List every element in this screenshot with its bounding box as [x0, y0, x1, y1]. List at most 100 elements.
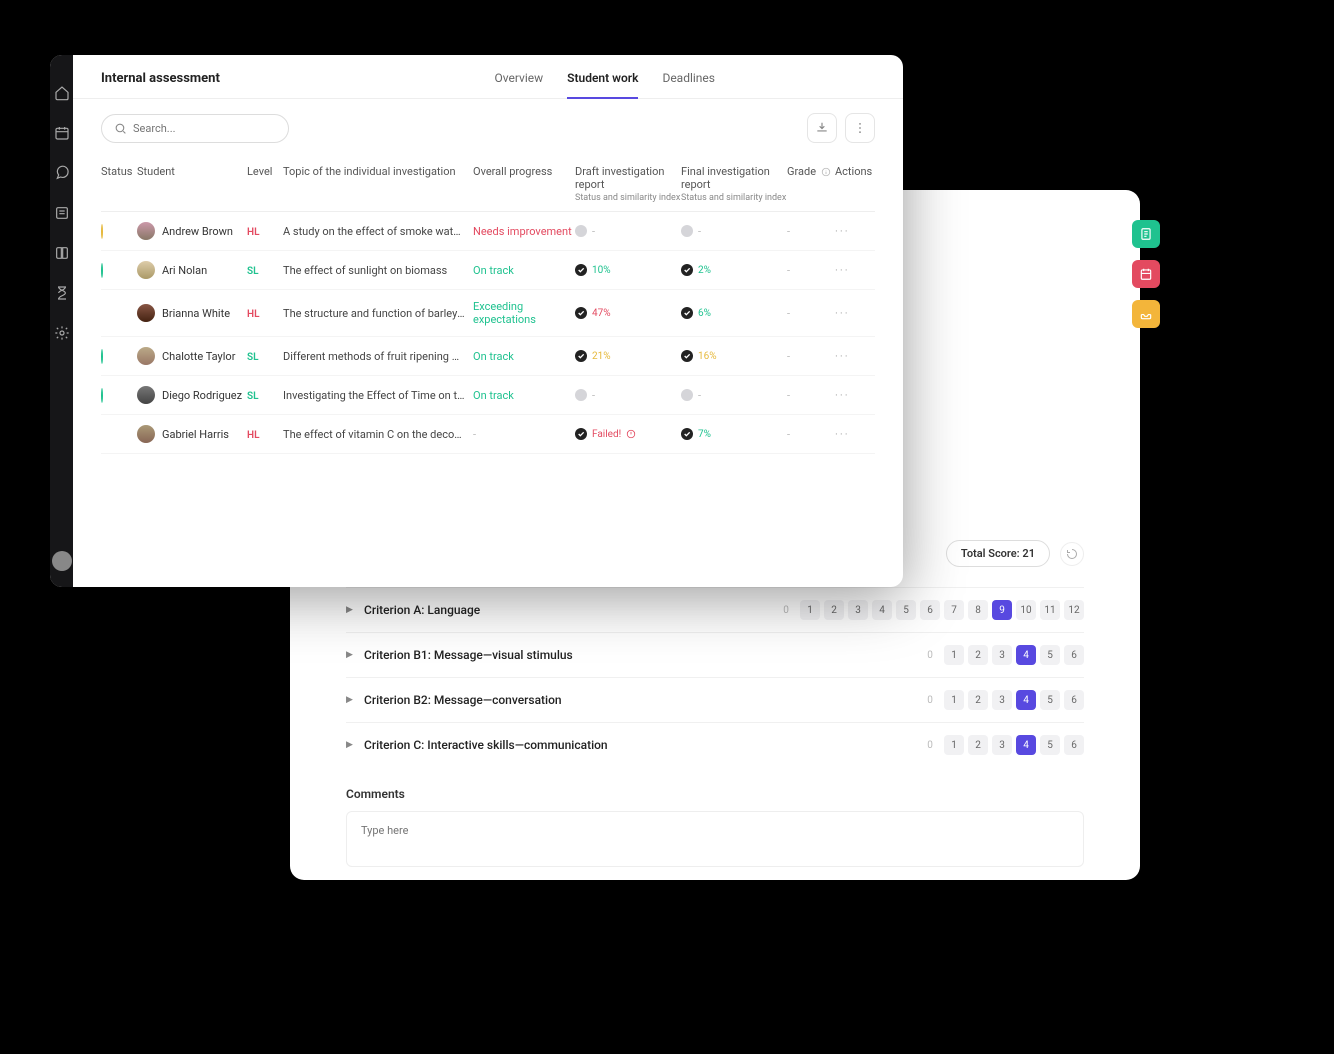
score-box-4[interactable]: 4	[1016, 690, 1036, 710]
score-box-6[interactable]: 6	[1064, 645, 1084, 665]
progress-text: On track	[473, 264, 575, 277]
search-input[interactable]	[133, 122, 276, 135]
comments-input[interactable]	[361, 824, 1069, 850]
score-box-11[interactable]: 11	[1040, 600, 1060, 620]
score-box-2[interactable]: 2	[968, 735, 988, 755]
score-box-2[interactable]: 2	[968, 690, 988, 710]
score-box-0[interactable]: 0	[920, 690, 940, 710]
score-box-12[interactable]: 12	[1064, 600, 1084, 620]
caret-icon[interactable]: ▶	[346, 695, 356, 705]
row-actions[interactable]: ···	[835, 307, 875, 320]
score-box-1[interactable]: 1	[944, 735, 964, 755]
user-avatar[interactable]	[52, 551, 72, 571]
score-box-5[interactable]: 5	[1040, 690, 1060, 710]
row-actions[interactable]: ···	[835, 428, 875, 441]
score-box-3[interactable]: 3	[848, 600, 868, 620]
chat-icon[interactable]	[54, 165, 70, 181]
table-row[interactable]: Gabriel Harris HL The effect of vitamin …	[101, 415, 875, 454]
tab-student-work[interactable]: Student work	[567, 71, 638, 99]
tab-deadlines[interactable]: Deadlines	[662, 71, 715, 99]
reset-score-button[interactable]	[1060, 542, 1084, 566]
grade-cell: -	[787, 264, 835, 277]
sidetab-doc-icon[interactable]	[1132, 220, 1160, 248]
row-actions[interactable]: ···	[835, 264, 875, 277]
caret-icon[interactable]: ▶	[346, 650, 356, 660]
home-icon[interactable]	[54, 85, 70, 101]
score-box-9[interactable]: 9	[992, 600, 1012, 620]
score-box-4[interactable]: 4	[872, 600, 892, 620]
row-actions[interactable]: ···	[835, 350, 875, 363]
progress-text: On track	[473, 350, 575, 363]
level-badge: SL	[247, 352, 259, 363]
book-icon[interactable]	[54, 245, 70, 261]
table-row[interactable]: Chalotte Taylor SL Different methods of …	[101, 337, 875, 376]
search-container	[101, 114, 289, 143]
tab-overview[interactable]: Overview	[495, 71, 544, 99]
score-box-5[interactable]: 5	[1040, 735, 1060, 755]
table-row[interactable]: Ari Nolan SL The effect of sunlight on b…	[101, 251, 875, 290]
score-box-0[interactable]: 0	[776, 600, 796, 620]
table-row[interactable]: Andrew Brown HL A study on the effect of…	[101, 212, 875, 251]
progress-text: Exceeding expectations	[473, 300, 575, 326]
score-box-6[interactable]: 6	[920, 600, 940, 620]
score-box-1[interactable]: 1	[800, 600, 820, 620]
score-box-5[interactable]: 5	[1040, 645, 1060, 665]
score-box-3[interactable]: 3	[992, 645, 1012, 665]
table-row[interactable]: Brianna White HL The structure and funct…	[101, 290, 875, 337]
search-icon	[114, 122, 127, 135]
score-box-1[interactable]: 1	[944, 645, 964, 665]
check-icon	[681, 307, 693, 319]
hourglass-icon[interactable]	[54, 285, 70, 301]
assessment-panel: Internal assessment Overview Student work…	[50, 55, 903, 587]
status-icon	[101, 349, 103, 364]
topic-text: Investigating the Effect of Time on the …	[283, 389, 473, 402]
level-badge: SL	[247, 266, 259, 277]
score-box-0[interactable]: 0	[920, 735, 940, 755]
score-box-2[interactable]: 2	[824, 600, 844, 620]
check-icon	[681, 350, 693, 362]
check-icon	[575, 264, 587, 276]
score-box-6[interactable]: 6	[1064, 690, 1084, 710]
table-row[interactable]: Diego Rodriguez SL Investigating the Eff…	[101, 376, 875, 415]
row-actions[interactable]: ···	[835, 225, 875, 238]
caret-icon[interactable]: ▶	[346, 605, 356, 615]
total-score-pill: Total Score: 21	[946, 540, 1050, 567]
col-final: Final investigation report Status and si…	[681, 165, 787, 203]
gear-icon[interactable]	[54, 325, 70, 341]
student-name: Ari Nolan	[162, 264, 207, 277]
score-box-4[interactable]: 4	[1016, 645, 1036, 665]
download-button[interactable]	[807, 113, 837, 143]
row-actions[interactable]: ···	[835, 389, 875, 402]
score-box-6[interactable]: 6	[1064, 735, 1084, 755]
avatar	[137, 222, 155, 240]
score-box-4[interactable]: 4	[1016, 735, 1036, 755]
grade-cell: -	[787, 225, 835, 238]
sidetab-alert-icon[interactable]	[1132, 260, 1160, 288]
criterion-row: ▶Criterion A: Language0123456789101112	[346, 587, 1084, 632]
check-icon	[681, 264, 693, 276]
status-icon	[101, 263, 103, 278]
score-box-7[interactable]: 7	[944, 600, 964, 620]
empty-check-icon	[681, 225, 693, 237]
grade-cell: -	[787, 350, 835, 363]
score-box-10[interactable]: 10	[1016, 600, 1036, 620]
more-button[interactable]	[845, 113, 875, 143]
score-box-5[interactable]: 5	[896, 600, 916, 620]
score-box-2[interactable]: 2	[968, 645, 988, 665]
page-title: Internal assessment	[101, 71, 220, 86]
empty-check-icon	[681, 389, 693, 401]
student-name: Gabriel Harris	[162, 428, 229, 441]
score-box-8[interactable]: 8	[968, 600, 988, 620]
score-box-3[interactable]: 3	[992, 735, 1012, 755]
score-box-3[interactable]: 3	[992, 690, 1012, 710]
criterion-label: Criterion B2: Message—conversation	[364, 693, 920, 707]
score-box-0[interactable]: 0	[920, 645, 940, 665]
sidetab-inbox-icon[interactable]	[1132, 300, 1160, 328]
caret-icon[interactable]: ▶	[346, 740, 356, 750]
score-box-1[interactable]: 1	[944, 690, 964, 710]
col-progress: Overall progress	[473, 165, 575, 203]
criterion-label: Criterion C: Interactive skills—communic…	[364, 738, 920, 752]
col-topic: Topic of the individual investigation	[283, 165, 473, 203]
list-icon[interactable]	[54, 205, 70, 221]
calendar-icon[interactable]	[54, 125, 70, 141]
